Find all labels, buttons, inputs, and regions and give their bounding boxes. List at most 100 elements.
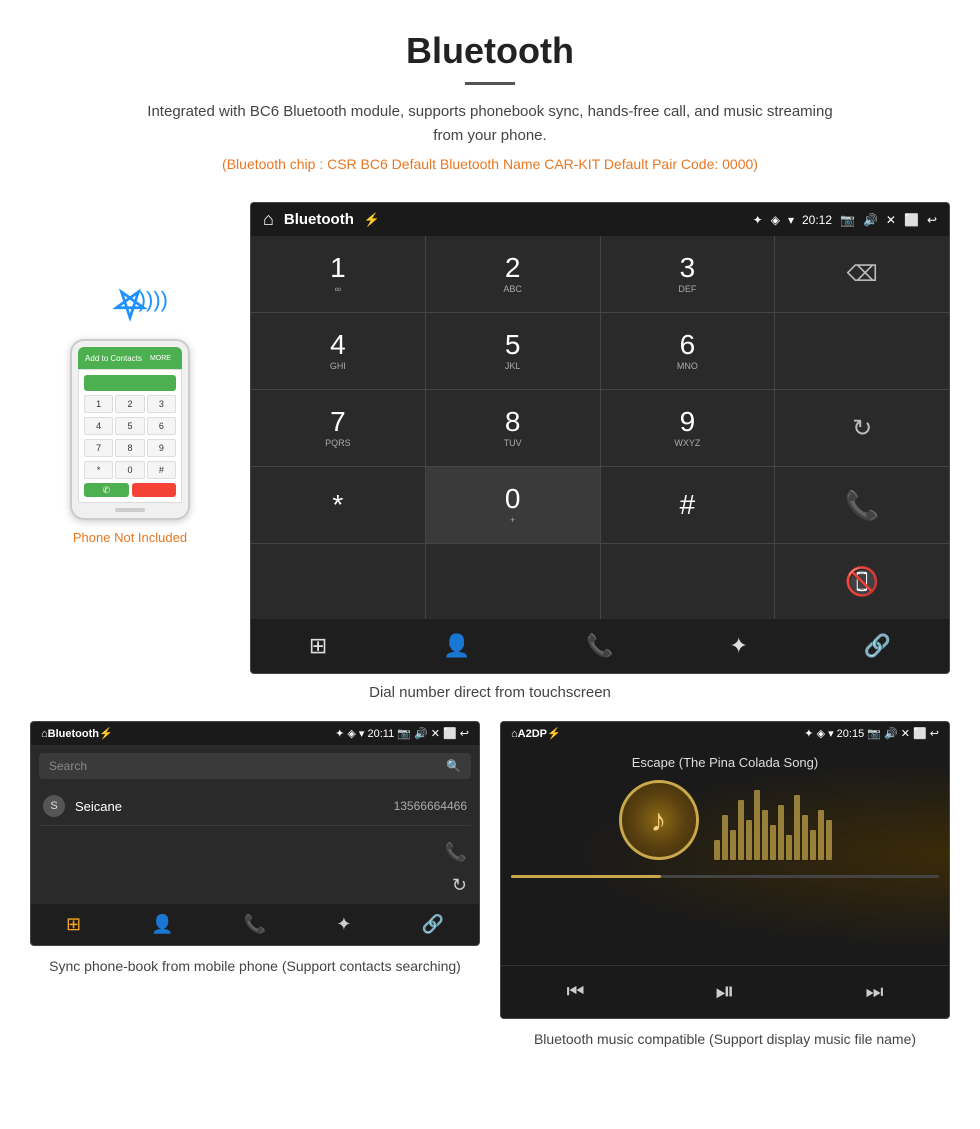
- music-note-icon: ♪: [651, 802, 667, 839]
- phonebook-side-actions: 📞 ↻: [31, 834, 479, 904]
- pb-side-refresh-icon[interactable]: ↻: [452, 875, 467, 896]
- phone-key-5: 5: [115, 417, 144, 435]
- phonebook-status-bar: ⌂ Bluetooth ⚡ ✦ ◈ ▾ 20:11 📷 🔊 ✕ ⬜ ↩: [31, 722, 479, 745]
- dial-key-call-green[interactable]: 📞: [775, 467, 949, 543]
- music-progress-area: [511, 875, 939, 878]
- pb-toolbar-phone[interactable]: 📞: [244, 914, 266, 935]
- close-icon[interactable]: ✕: [886, 213, 896, 227]
- music-status-bar: ⌂ A2DP ⚡ ✦ ◈ ▾ 20:15 📷 🔊 ✕ ⬜ ↩: [501, 722, 949, 745]
- music-screen: ⌂ A2DP ⚡ ✦ ◈ ▾ 20:15 📷 🔊 ✕ ⬜ ↩ Escape (T…: [500, 721, 950, 1019]
- pb-toolbar-person[interactable]: 👤: [151, 914, 173, 935]
- phone-not-included-label: Phone Not Included: [73, 530, 187, 545]
- pb-toolbar-bt[interactable]: ✦: [336, 914, 351, 935]
- music-title-label: A2DP: [518, 728, 547, 740]
- volume-icon: 🔊: [863, 213, 878, 227]
- dial-empty-1: [775, 313, 949, 389]
- play-pause-button[interactable]: ⏯: [715, 978, 734, 1006]
- phone-key-7: 7: [84, 439, 113, 457]
- pb-toolbar-grid[interactable]: ⊞: [66, 914, 81, 935]
- phone-home-indicator: [78, 508, 182, 512]
- pb-home-icon[interactable]: ⌂: [41, 728, 48, 740]
- status-right: ✦ ◈ ▾ 20:12 📷 🔊 ✕ ⬜ ↩: [753, 213, 937, 227]
- time-display: 20:12: [802, 213, 832, 227]
- bluetooth-specs: (Bluetooth chip : CSR BC6 Default Blueto…: [20, 156, 960, 172]
- music-content-row: ♪: [619, 780, 832, 860]
- title-divider: [465, 82, 515, 85]
- music-album-art: ♪: [619, 780, 699, 860]
- dial-key-7[interactable]: 7 PQRS: [251, 390, 425, 466]
- phonebook-search-bar[interactable]: Search 🔍: [39, 753, 471, 779]
- next-button[interactable]: ⏭: [866, 981, 884, 1004]
- viz-bar-2: [722, 815, 728, 860]
- wifi-status-icon: ▾: [788, 213, 794, 227]
- dial-key-hash[interactable]: #: [601, 467, 775, 543]
- dial-key-8[interactable]: 8 TUV: [426, 390, 600, 466]
- pb-toolbar-link[interactable]: 🔗: [422, 914, 444, 935]
- toolbar-person-icon[interactable]: 👤: [443, 633, 470, 659]
- viz-bar-8: [770, 825, 776, 860]
- phone-key-0: 0: [115, 461, 144, 479]
- dial-key-1[interactable]: 1 ∞: [251, 236, 425, 312]
- dial-key-0[interactable]: 0 +: [426, 467, 600, 543]
- usb-icon: ⚡: [364, 212, 380, 228]
- viz-bar-9: [778, 805, 784, 860]
- dial-key-6[interactable]: 6 MNO: [601, 313, 775, 389]
- dial-key-end-call[interactable]: 📵: [775, 544, 949, 619]
- phone-key-8: 8: [115, 439, 144, 457]
- camera-icon: 📷: [840, 213, 855, 227]
- viz-bar-5: [746, 820, 752, 860]
- add-contacts-label: Add to Contacts: [85, 354, 142, 363]
- music-caption: Bluetooth music compatible (Support disp…: [534, 1029, 916, 1050]
- phone-keypad-row4: * 0 #: [84, 461, 176, 479]
- phone-key-hash: #: [147, 461, 176, 479]
- bluetooth-icon-area: ⛧ )))): [114, 282, 146, 329]
- phone-key-6: 6: [147, 417, 176, 435]
- pb-side-phone-icon[interactable]: 📞: [445, 842, 467, 863]
- dial-key-2[interactable]: 2 ABC: [426, 236, 600, 312]
- dial-key-refresh[interactable]: ↻: [775, 390, 949, 466]
- viz-bar-4: [738, 800, 744, 860]
- toolbar-bluetooth-icon[interactable]: ✦: [729, 633, 747, 659]
- dial-key-backspace[interactable]: ⌫: [775, 236, 949, 312]
- phone-screen: 1 2 3 4 5 6 7 8 9 * 0 #: [78, 369, 182, 503]
- music-home-icon[interactable]: ⌂: [511, 728, 518, 740]
- toolbar-link-icon[interactable]: 🔗: [864, 633, 891, 659]
- main-content: ⛧ )))) Add to Contacts MORE 1 2 3 4 5: [0, 202, 980, 674]
- phone-mockup: Add to Contacts MORE 1 2 3 4 5 6 7 8: [70, 339, 190, 520]
- phone-bottom-row: ✆: [84, 483, 176, 497]
- location-icon: ◈: [771, 213, 780, 227]
- home-icon[interactable]: ⌂: [263, 209, 274, 230]
- bt-status-icon: ✦: [753, 213, 763, 227]
- status-title: Bluetooth: [284, 211, 354, 228]
- dial-key-star[interactable]: *: [251, 467, 425, 543]
- window-icon[interactable]: ⬜: [904, 213, 919, 227]
- phone-key-2: 2: [115, 395, 144, 413]
- music-progress-fill: [511, 875, 661, 878]
- dial-key-9[interactable]: 9 WXYZ: [601, 390, 775, 466]
- page-header: Bluetooth Integrated with BC6 Bluetooth …: [0, 0, 980, 202]
- viz-bar-15: [826, 820, 832, 860]
- phone-keypad-row1: 1 2 3: [84, 395, 176, 413]
- phone-key-9: 9: [147, 439, 176, 457]
- search-icon[interactable]: 🔍: [446, 759, 461, 773]
- more-label: MORE: [146, 354, 175, 363]
- phone-end-btn: [132, 483, 177, 497]
- dial-empty-4: [601, 544, 775, 619]
- bottom-screenshots: ⌂ Bluetooth ⚡ ✦ ◈ ▾ 20:11 📷 🔊 ✕ ⬜ ↩ Sear…: [0, 721, 980, 1050]
- phonebook-entry-seicane[interactable]: S Seicane 13566664466: [39, 787, 471, 826]
- dial-key-5[interactable]: 5 JKL: [426, 313, 600, 389]
- phone-mock-top: Add to Contacts MORE: [78, 347, 182, 369]
- phonebook-body: Search 🔍 S Seicane 13566664466: [31, 745, 479, 834]
- viz-bar-7: [762, 810, 768, 860]
- main-caption: Dial number direct from touchscreen: [0, 684, 980, 701]
- dial-key-3[interactable]: 3 DEF: [601, 236, 775, 312]
- music-usb: ⚡: [547, 727, 561, 740]
- phone-call-btn: ✆: [84, 483, 129, 497]
- pb-usb: ⚡: [99, 727, 113, 740]
- back-icon[interactable]: ↩: [927, 213, 937, 227]
- toolbar-phone-icon[interactable]: 📞: [586, 633, 613, 659]
- toolbar-grid-icon[interactable]: ⊞: [309, 633, 327, 659]
- prev-button[interactable]: ⏮: [566, 981, 584, 1004]
- dial-key-4[interactable]: 4 GHI: [251, 313, 425, 389]
- pb-side-icons: 📞 ↻: [31, 834, 479, 904]
